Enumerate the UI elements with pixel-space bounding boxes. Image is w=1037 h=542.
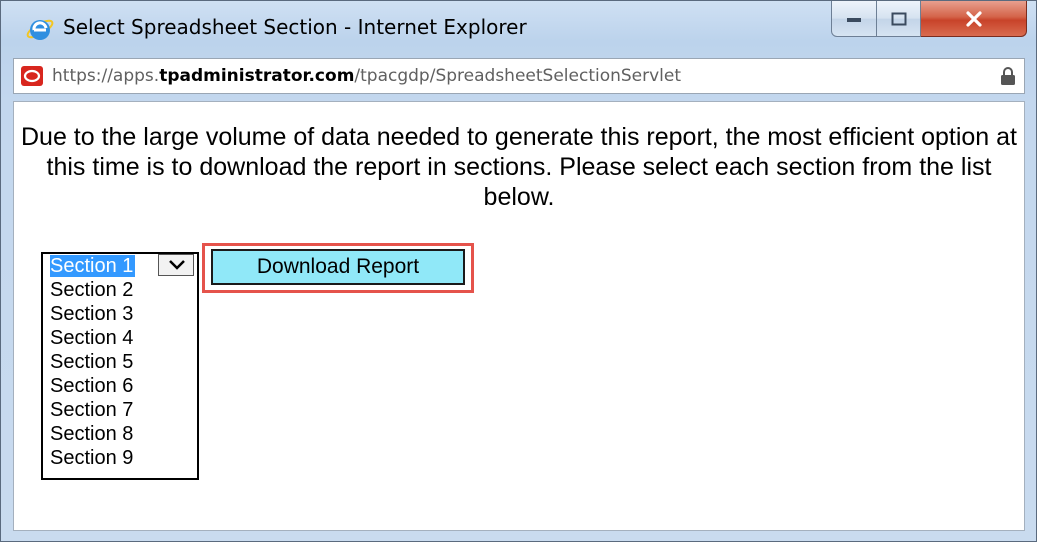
maximize-icon	[891, 12, 906, 25]
section-select[interactable]: Section 1 Section 2 Section 3 Section 4 …	[41, 252, 199, 480]
section-option[interactable]: Section 1	[43, 254, 197, 278]
section-option[interactable]: Section 3	[43, 302, 197, 326]
page-content: Due to the large volume of data needed t…	[13, 101, 1025, 531]
site-icon	[21, 66, 43, 86]
url-domain: tpadministrator.com	[159, 66, 355, 86]
section-option[interactable]: Section 6	[43, 374, 197, 398]
section-option[interactable]: Section 7	[43, 398, 197, 422]
section-option[interactable]: Section 8	[43, 422, 197, 446]
close-icon	[965, 10, 982, 27]
close-button[interactable]	[921, 1, 1027, 37]
instruction-message: Due to the large volume of data needed t…	[20, 123, 1017, 211]
download-report-button[interactable]: Download Report	[211, 249, 465, 285]
title-bar: Select Spreadsheet Section - Internet Ex…	[1, 1, 1036, 53]
url-prefix: https://apps.	[52, 66, 160, 86]
url-text: https://apps.tpadministrator.com/tpacgdp…	[52, 66, 681, 86]
internet-explorer-icon	[25, 14, 55, 44]
section-option[interactable]: Section 9	[43, 446, 197, 470]
minimize-button[interactable]	[831, 1, 877, 37]
section-option[interactable]: Section 4	[43, 326, 197, 350]
browser-window: Select Spreadsheet Section - Internet Ex…	[0, 0, 1037, 542]
section-option[interactable]: Section 5	[43, 350, 197, 374]
maximize-button[interactable]	[877, 1, 921, 37]
address-bar[interactable]: https://apps.tpadministrator.com/tpacgdp…	[13, 58, 1025, 94]
lock-icon	[1000, 67, 1016, 85]
minimize-icon	[847, 17, 861, 22]
window-title: Select Spreadsheet Section - Internet Ex…	[63, 15, 527, 39]
window-controls	[831, 1, 1028, 39]
chevron-down-icon	[169, 260, 185, 270]
section-option-selected: Section 1	[50, 255, 136, 277]
section-option[interactable]: Section 2	[43, 278, 197, 302]
dropdown-button[interactable]	[158, 254, 194, 276]
url-path: /tpacgdp/SpreadsheetSelectionServlet	[354, 66, 682, 86]
